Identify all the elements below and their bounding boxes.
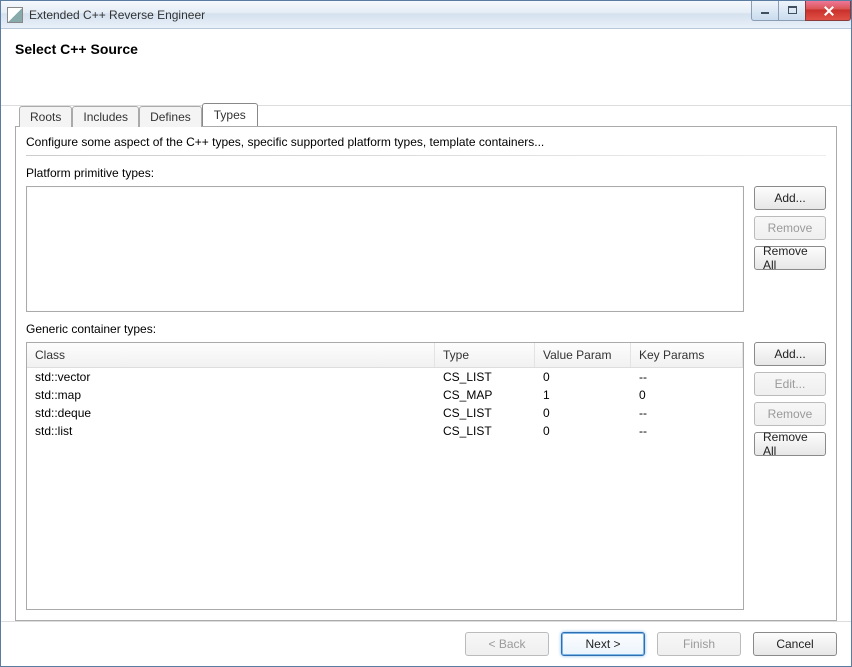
primitive-add-button[interactable]: Add...	[754, 186, 826, 210]
container-types-table[interactable]: Class Type Value Param Key Params std::v…	[26, 342, 744, 610]
container-types-label: Generic container types:	[26, 322, 826, 336]
tab-includes[interactable]: Includes	[72, 106, 139, 127]
cell-type: CS_MAP	[435, 386, 535, 404]
divider	[26, 155, 826, 156]
cell-key-params: --	[631, 404, 743, 422]
cell-key-params: --	[631, 422, 743, 440]
container-types-buttons: Add... Edit... Remove Remove All	[754, 342, 826, 610]
table-row[interactable]: std::listCS_LIST0--	[27, 422, 743, 440]
page-title: Select C++ Source	[15, 41, 837, 57]
primitive-types-listbox[interactable]	[26, 186, 744, 312]
minimize-button[interactable]	[751, 1, 779, 21]
wizard-footer: < Back Next > Finish Cancel	[1, 621, 851, 666]
col-header-value-param[interactable]: Value Param	[535, 343, 631, 367]
cell-value-param: 0	[535, 368, 631, 386]
close-button[interactable]	[805, 1, 851, 21]
table-row[interactable]: std::mapCS_MAP10	[27, 386, 743, 404]
container-removeall-button[interactable]: Remove All	[754, 432, 826, 456]
cancel-button[interactable]: Cancel	[753, 632, 837, 656]
dialog-window: Extended C++ Reverse Engineer Select C++…	[0, 0, 852, 667]
next-button[interactable]: Next >	[561, 632, 645, 656]
cell-class: std::vector	[27, 368, 435, 386]
col-header-key-params[interactable]: Key Params	[631, 343, 743, 367]
container-remove-button: Remove	[754, 402, 826, 426]
window-controls	[752, 1, 851, 21]
cell-type: CS_LIST	[435, 404, 535, 422]
cell-value-param: 0	[535, 404, 631, 422]
panel-description: Configure some aspect of the C++ types, …	[26, 135, 826, 149]
app-icon	[7, 7, 23, 23]
cell-key-params: 0	[631, 386, 743, 404]
cell-type: CS_LIST	[435, 368, 535, 386]
table-body: std::vectorCS_LIST0--std::mapCS_MAP10std…	[27, 368, 743, 440]
cell-class: std::deque	[27, 404, 435, 422]
tab-strip: Roots Includes Defines Types	[15, 103, 837, 126]
tab-types[interactable]: Types	[202, 103, 258, 126]
titlebar[interactable]: Extended C++ Reverse Engineer	[1, 1, 851, 29]
table-header: Class Type Value Param Key Params	[27, 343, 743, 368]
primitive-removeall-button[interactable]: Remove All	[754, 246, 826, 270]
window-title: Extended C++ Reverse Engineer	[29, 8, 752, 22]
table-row[interactable]: std::vectorCS_LIST0--	[27, 368, 743, 386]
tab-defines[interactable]: Defines	[139, 106, 202, 127]
back-button: < Back	[465, 632, 549, 656]
primitive-types-buttons: Add... Remove Remove All	[754, 186, 826, 312]
tab-roots[interactable]: Roots	[19, 106, 72, 127]
primitive-remove-button: Remove	[754, 216, 826, 240]
cell-type: CS_LIST	[435, 422, 535, 440]
wizard-header: Select C++ Source	[1, 29, 851, 106]
cell-value-param: 1	[535, 386, 631, 404]
content-area: Roots Includes Defines Types Configure s…	[1, 106, 851, 621]
container-types-row: Class Type Value Param Key Params std::v…	[26, 342, 826, 610]
container-add-button[interactable]: Add...	[754, 342, 826, 366]
primitive-types-label: Platform primitive types:	[26, 166, 826, 180]
finish-button: Finish	[657, 632, 741, 656]
container-edit-button: Edit...	[754, 372, 826, 396]
primitive-types-row: Add... Remove Remove All	[26, 186, 826, 312]
cell-value-param: 0	[535, 422, 631, 440]
types-panel: Configure some aspect of the C++ types, …	[15, 126, 837, 621]
table-row[interactable]: std::dequeCS_LIST0--	[27, 404, 743, 422]
maximize-button[interactable]	[778, 1, 806, 21]
cell-class: std::map	[27, 386, 435, 404]
col-header-type[interactable]: Type	[435, 343, 535, 367]
cell-class: std::list	[27, 422, 435, 440]
cell-key-params: --	[631, 368, 743, 386]
col-header-class[interactable]: Class	[27, 343, 435, 367]
